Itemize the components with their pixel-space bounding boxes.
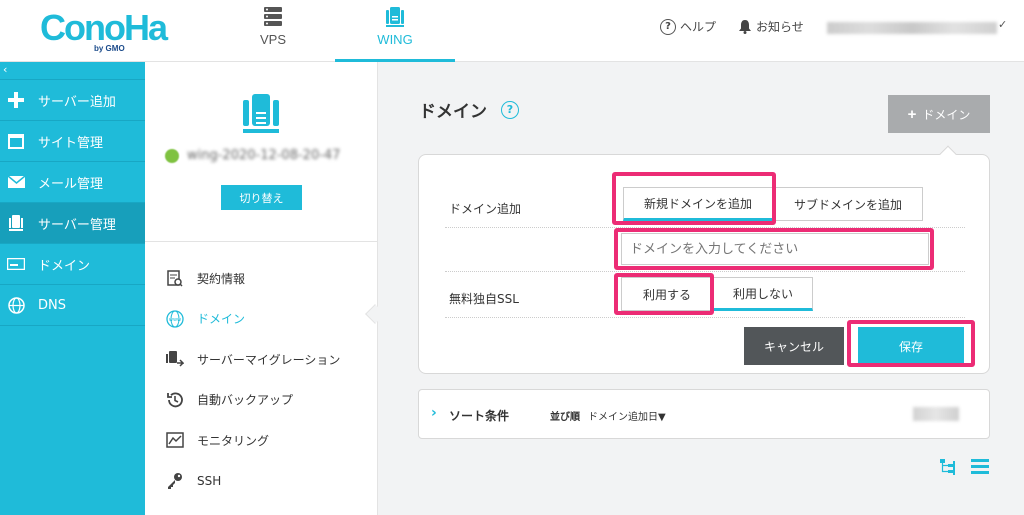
server-icon (6, 213, 26, 233)
sidebar-item-site-management[interactable]: サイト管理 (0, 121, 145, 162)
sort-title: ソート条件 (449, 409, 510, 423)
tab-vps-label: VPS (259, 32, 286, 47)
plus-icon: + (907, 105, 917, 123)
subnav-item-contract[interactable]: 契約情報 (145, 258, 377, 299)
add-domain-button[interactable]: + ドメイン (888, 95, 990, 133)
server-subnav: wing-2020-12-08-20-47 切り替え 契約情報 www ドメイン… (145, 62, 378, 515)
divider (445, 271, 965, 272)
subnav-item-label: サーバーマイグレーション (197, 352, 341, 367)
monitoring-chart-icon (165, 430, 185, 450)
user-menu-caret-icon[interactable]: ✓ (998, 18, 1007, 31)
chevron-right-icon: › (431, 405, 437, 421)
subnav-item-label: モニタリング (197, 433, 270, 448)
contract-document-icon (165, 268, 185, 288)
mail-icon (6, 172, 26, 192)
window-icon (6, 131, 26, 151)
domain-add-label: ドメイン追加 (449, 202, 522, 216)
subnav-item-domain[interactable]: www ドメイン (145, 299, 377, 340)
add-domain-form: ドメイン追加 新規ドメインを追加 サブドメインを追加 無料独自SSL 利用する … (418, 154, 990, 374)
plus-icon (6, 90, 26, 110)
sidebar-item-mail-management[interactable]: メール管理 (0, 162, 145, 203)
main-sidebar: ‹ サーバー追加 サイト管理 メール管理 サーバー管理 ドメイン DNS (0, 62, 145, 515)
key-icon (165, 471, 185, 491)
sidebar-collapse-button[interactable]: ‹ (0, 62, 145, 80)
status-dot-icon (165, 148, 179, 163)
subnav-item-label: SSH (197, 473, 222, 488)
sidebar-item-label: サイト管理 (38, 135, 104, 151)
domain-input[interactable] (621, 233, 929, 265)
switch-server-button[interactable]: 切り替え (221, 185, 302, 210)
sidebar-item-label: メール管理 (38, 176, 104, 192)
ssl-no-use-option[interactable]: 利用しない (713, 277, 813, 311)
subnav-item-label: 契約情報 (197, 271, 246, 286)
user-account-blurred[interactable] (827, 22, 997, 34)
sort-conditions-bar[interactable]: › ソート条件 並び順 ドメイン追加日▼ (418, 389, 990, 439)
domain-icon (6, 254, 26, 274)
sidebar-item-dns[interactable]: DNS (0, 285, 145, 326)
wing-server-large-icon (243, 94, 279, 133)
logo-text: ConoHa (40, 7, 168, 48)
help-label: ヘルプ (680, 20, 717, 34)
divider (445, 227, 965, 228)
subnav-item-monitoring[interactable]: モニタリング (145, 420, 377, 461)
vps-server-icon (264, 7, 282, 26)
sidebar-item-server-management[interactable]: サーバー管理 (0, 203, 145, 244)
cancel-button[interactable]: キャンセル (744, 327, 844, 365)
tree-view-icon[interactable] (940, 459, 958, 475)
server-name-row: wing-2020-12-08-20-47 (165, 148, 340, 163)
sort-order-value[interactable]: ドメイン追加日▼ (588, 408, 666, 423)
divider (445, 317, 965, 318)
help-icon: ? (660, 18, 676, 35)
subnav-item-migration[interactable]: サーバーマイグレーション (145, 339, 377, 380)
notice-label: お知らせ (756, 20, 804, 34)
notice-link[interactable]: お知らせ (738, 18, 804, 35)
list-view-icon[interactable] (971, 459, 989, 474)
www-globe-icon: www (165, 309, 185, 329)
subnav-item-label: 自動バックアップ (197, 393, 294, 408)
page-title: ドメイン ? (419, 97, 519, 122)
sub-domain-option[interactable]: サブドメインを追加 (773, 187, 923, 221)
count-blurred (913, 407, 959, 421)
sidebar-item-label: DNS (38, 297, 66, 313)
globe-icon (6, 295, 26, 315)
sidebar-item-server-add[interactable]: サーバー追加 (0, 80, 145, 121)
ssl-label: 無料独自SSL (449, 292, 519, 306)
sort-order-label: 並び順 (550, 412, 580, 423)
server-summary: wing-2020-12-08-20-47 切り替え (145, 62, 377, 242)
bell-icon (739, 20, 751, 34)
subnav-item-label: ドメイン (197, 312, 246, 327)
top-header: ConoHa by GMO VPS WING ? ヘルプ お知らせ ✓ (0, 0, 1024, 62)
sidebar-item-label: サーバー管理 (38, 217, 116, 233)
svg-text:www: www (169, 317, 181, 323)
save-button[interactable]: 保存 (858, 327, 964, 365)
subnav-item-ssh[interactable]: SSH (145, 461, 377, 502)
new-domain-option[interactable]: 新規ドメインを追加 (623, 187, 773, 221)
subnav-item-auto-backup[interactable]: 自動バックアップ (145, 380, 377, 421)
help-question-icon[interactable]: ? (501, 100, 519, 119)
tab-wing-label: WING (377, 32, 413, 47)
conoha-logo[interactable]: ConoHa by GMO (40, 7, 168, 54)
backup-clock-icon (165, 390, 185, 410)
page-title-text: ドメイン (419, 102, 487, 122)
migration-icon (165, 349, 185, 369)
sidebar-item-domain[interactable]: ドメイン (0, 244, 145, 285)
ssl-use-option[interactable]: 利用する (621, 277, 713, 311)
wing-server-icon (386, 7, 404, 27)
subnav-list: 契約情報 www ドメイン サーバーマイグレーション 自動バックアップ モニタリ… (145, 242, 377, 501)
tab-wing[interactable]: WING (335, 0, 455, 62)
add-domain-label: ドメイン (922, 107, 971, 122)
help-link[interactable]: ? ヘルプ (660, 18, 716, 35)
server-name: wing-2020-12-08-20-47 (187, 148, 341, 163)
sidebar-item-label: サーバー追加 (38, 94, 116, 110)
tab-vps[interactable]: VPS (233, 0, 313, 62)
logo-sub: by GMO (94, 44, 125, 53)
sidebar-item-label: ドメイン (38, 258, 91, 274)
